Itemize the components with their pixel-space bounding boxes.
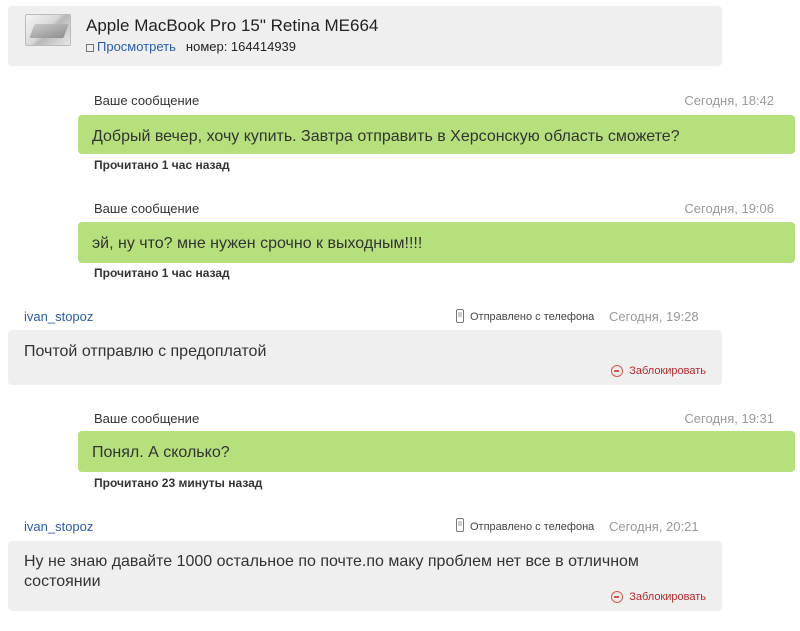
- product-thumbnail[interactable]: [25, 14, 71, 46]
- sender-username[interactable]: ivan_stopoz: [24, 309, 93, 324]
- read-status: Прочитано 1 час назад: [94, 266, 230, 280]
- sender-username[interactable]: ivan_stopoz: [24, 519, 93, 534]
- block-icon: [611, 365, 624, 377]
- message-sender-label: Ваше сообщение: [94, 411, 200, 426]
- own-message-bubble: Понял. А сколько?: [78, 431, 795, 472]
- own-message-bubble: эй, ну что? мне нужен срочно к выходным!…: [78, 222, 795, 263]
- block-icon: [611, 591, 624, 603]
- block-label: Заблокировать: [629, 365, 706, 377]
- read-status: Прочитано 1 час назад: [94, 158, 230, 172]
- block-user-button[interactable]: Заблокировать: [611, 365, 706, 377]
- message-time: Сегодня, 19:06: [684, 201, 774, 216]
- read-status: Прочитано 23 минуты назад: [94, 476, 263, 490]
- block-label: Заблокировать: [629, 591, 706, 603]
- message-time: Сегодня, 19:31: [684, 411, 774, 426]
- message-time: Сегодня, 18:42: [684, 93, 774, 108]
- listing-number: номер: 164414939: [185, 39, 297, 54]
- incoming-message-text: Почтой отправлю с предоплатой: [24, 343, 267, 360]
- message-time: Сегодня, 20:21: [609, 519, 699, 534]
- own-message-bubble: Добрый вечер, хочу купить. Завтра отправ…: [78, 115, 795, 154]
- product-card: Apple MacBook Pro 15" Retina ME664 Просм…: [8, 6, 722, 66]
- sent-from-phone-label: Отправлено с телефона: [470, 311, 595, 323]
- message-time: Сегодня, 19:28: [609, 309, 699, 324]
- sent-from-phone-label: Отправлено с телефона: [470, 521, 595, 533]
- incoming-message-bubble: Ну не знаю давайте 1000 остальное по поч…: [8, 541, 722, 611]
- message-sender-label: Ваше сообщение: [94, 93, 200, 108]
- incoming-message-bubble: Почтой отправлю с предоплатой Заблокиров…: [8, 330, 722, 385]
- mobile-phone-icon: [456, 518, 464, 532]
- message-sender-label: Ваше сообщение: [94, 201, 200, 216]
- external-link-icon: [86, 43, 94, 52]
- view-link[interactable]: Просмотреть: [97, 39, 176, 54]
- mobile-phone-icon: [456, 309, 464, 323]
- block-user-button[interactable]: Заблокировать: [611, 591, 706, 603]
- incoming-message-text: Ну не знаю давайте 1000 остальное по поч…: [24, 553, 639, 590]
- product-meta: Просмотреть номер: 164414939: [86, 39, 296, 54]
- product-title[interactable]: Apple MacBook Pro 15" Retina ME664: [86, 16, 378, 36]
